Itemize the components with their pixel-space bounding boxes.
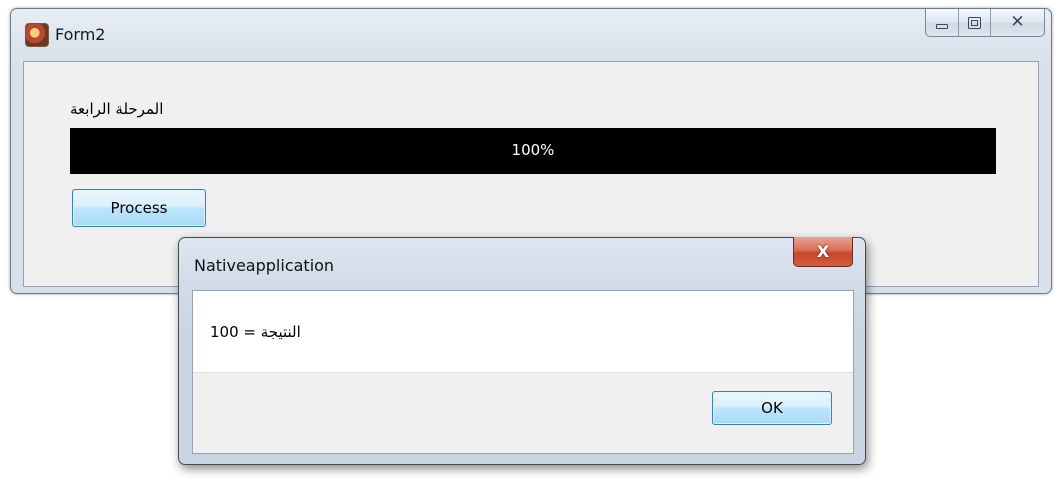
dialog-body: النتيجة = 100 OK bbox=[192, 290, 854, 454]
message-dialog: Nativeapplication X النتيجة = 100 OK bbox=[178, 237, 866, 465]
dialog-title: Nativeapplication bbox=[194, 256, 335, 275]
minimize-icon bbox=[936, 24, 948, 29]
maximize-icon bbox=[968, 16, 981, 29]
window-title: Form2 bbox=[55, 25, 106, 44]
dialog-close-button[interactable]: X bbox=[793, 237, 853, 267]
app-icon bbox=[25, 23, 49, 47]
progress-text: 100% bbox=[511, 141, 555, 159]
close-button[interactable]: ✕ bbox=[990, 9, 1044, 36]
close-icon: ✕ bbox=[1010, 12, 1025, 32]
dialog-message: النتيجة = 100 bbox=[210, 323, 301, 341]
stage-label: المرحلة الرابعة bbox=[70, 100, 164, 118]
process-button[interactable]: Process bbox=[72, 189, 206, 227]
dialog-footer: OK bbox=[193, 372, 853, 453]
caption-buttons: ✕ bbox=[925, 9, 1045, 37]
minimize-button[interactable] bbox=[926, 9, 958, 36]
ok-button[interactable]: OK bbox=[712, 391, 832, 425]
title-bar[interactable]: Form2 ✕ bbox=[11, 9, 1051, 61]
close-icon: X bbox=[816, 241, 830, 261]
maximize-button[interactable] bbox=[958, 9, 990, 36]
progress-bar: 100% bbox=[70, 128, 996, 174]
